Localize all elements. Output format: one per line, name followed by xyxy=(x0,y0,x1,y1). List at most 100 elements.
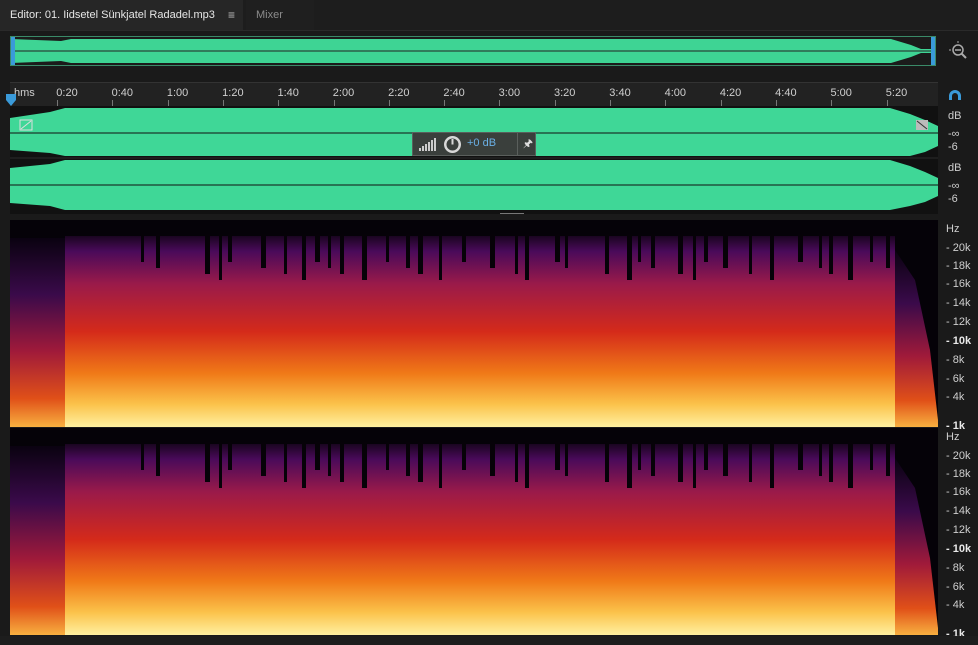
waveform-channels xyxy=(10,106,938,214)
spectrogram-band xyxy=(141,442,144,470)
hz-tick-label: - 20k xyxy=(946,450,971,462)
spectrogram-band xyxy=(362,442,367,488)
volume-value: +0 dB xyxy=(467,137,497,149)
spectral-display-channel-2[interactable] xyxy=(10,428,938,635)
tab-mixer-label: Mixer xyxy=(256,9,283,21)
spectrogram-band xyxy=(638,442,641,470)
panel-menu-icon[interactable]: ≡ xyxy=(228,0,235,30)
hz-tick-label: - 6k xyxy=(946,581,965,593)
spectrogram-band xyxy=(749,442,752,482)
spectrogram-band xyxy=(302,442,306,488)
pin-icon[interactable]: 🖈 xyxy=(517,133,538,155)
hz-tick-label: - 20k xyxy=(946,242,971,254)
ruler-tick-label: 3:00 xyxy=(498,87,521,99)
ruler-tick-label: 4:20 xyxy=(719,87,742,99)
db-minus6: -6 xyxy=(948,193,958,205)
volume-hud[interactable]: +0 dB 🖈 xyxy=(412,132,536,156)
spectrogram-band xyxy=(723,234,728,268)
ruler-tick-label: 3:40 xyxy=(609,87,631,99)
db-scale-channel-2: dB -∞ -6 xyxy=(940,158,978,210)
ruler-tick-label: 4:00 xyxy=(664,87,687,99)
spectrogram-band xyxy=(693,234,696,280)
spectrogram-1 xyxy=(10,220,938,427)
ruler-tick-label: 2:40 xyxy=(443,87,465,99)
spectrogram-band xyxy=(205,234,210,274)
spectrogram-band xyxy=(418,234,423,274)
ruler-tick-label: 2:20 xyxy=(388,87,410,99)
spectrogram-band xyxy=(462,442,466,470)
hz-tick-label: - 6k xyxy=(946,373,965,385)
spectrogram-band xyxy=(704,234,708,262)
spectrogram-band xyxy=(704,442,708,470)
spectrogram-band xyxy=(749,234,752,274)
spectrogram-band xyxy=(406,442,410,476)
ruler-tick-label: 3:20 xyxy=(553,87,576,99)
spectrogram-band xyxy=(627,234,632,280)
spectrogram-band xyxy=(678,442,683,482)
hz-tick-label: - 14k xyxy=(946,505,971,517)
spectral-display-channel-1[interactable] xyxy=(10,220,938,427)
spectrogram-band xyxy=(302,234,306,280)
spectrogram-band xyxy=(340,442,344,482)
db-neg-inf: -∞ xyxy=(948,128,960,140)
zoom-magnifier-icon[interactable] xyxy=(947,40,969,62)
hz-tick-label: - 16k xyxy=(946,486,971,498)
tab-mixer[interactable]: Mixer xyxy=(246,0,314,30)
waveform-display[interactable] xyxy=(10,106,938,214)
spectrogram-band xyxy=(525,234,529,280)
spectrogram-band xyxy=(261,234,266,268)
hz-tick-label: - 4k xyxy=(946,599,965,611)
db-minus6: -6 xyxy=(948,141,958,153)
hz-tick-label: - 18k xyxy=(946,260,971,272)
spectrogram-band xyxy=(770,442,774,488)
hz-scale-channel-1: Hz - 20k - 18k - 16k - 14k - 12k - 10k - 8k - 6k… xyxy=(940,220,978,432)
status-bar xyxy=(0,636,978,645)
spectrogram-band xyxy=(565,442,568,476)
playhead-marker[interactable] xyxy=(6,94,16,106)
ruler-tick-label: 0:20 xyxy=(56,87,78,99)
hz-tick-label: - 10k xyxy=(946,335,972,347)
spectrogram-band xyxy=(627,442,632,488)
spectrogram-band xyxy=(605,234,609,274)
spectrogram-band xyxy=(515,234,518,274)
spectrogram-band xyxy=(848,442,853,488)
ruler-tick-label: 1:40 xyxy=(277,87,299,99)
spectrogram-band xyxy=(228,234,232,262)
spectrogram-band xyxy=(156,234,160,268)
spectrogram-band xyxy=(886,234,890,268)
hz-tick-label: - 14k xyxy=(946,297,971,309)
hz-tick-label: - 12k xyxy=(946,524,971,536)
spectrogram-band xyxy=(418,442,423,482)
spectrogram-band xyxy=(565,234,568,268)
spectrogram-band xyxy=(439,442,442,488)
hz-tick-label: - 10k xyxy=(946,543,972,555)
hz-unit-label: Hz xyxy=(946,223,960,235)
spectrogram-band xyxy=(141,234,144,262)
spectrogram-band xyxy=(829,234,833,274)
spectrogram-band xyxy=(798,442,803,470)
overview-waveform[interactable] xyxy=(10,36,936,66)
spectrogram-band xyxy=(651,234,655,268)
spectrogram-band xyxy=(386,234,389,262)
spectrogram-band xyxy=(406,234,410,268)
spectrogram-band xyxy=(261,442,266,476)
spectrogram-band xyxy=(219,442,222,488)
spectrogram-band xyxy=(328,442,331,476)
db-scale-channel-1: dB -∞ -6 xyxy=(940,106,978,158)
spectrogram-band xyxy=(693,442,696,488)
spectrogram-2 xyxy=(10,428,938,635)
hz-tick-label: - 12k xyxy=(946,316,971,328)
spectrogram-band xyxy=(555,442,560,470)
spectrogram-band xyxy=(723,442,728,476)
spectrogram-band xyxy=(284,234,287,274)
spectrogram-band xyxy=(870,442,873,470)
snap-magnet-icon[interactable] xyxy=(946,86,964,104)
spectrogram-band xyxy=(848,234,853,280)
tab-editor[interactable]: Editor: 01. Iidsetel Sünkjatel Radadel.m… xyxy=(0,0,243,30)
db-neg-inf: -∞ xyxy=(948,180,960,192)
spectrogram-band xyxy=(340,234,344,274)
volume-knob[interactable] xyxy=(443,135,462,154)
hz-unit-label: Hz xyxy=(946,431,960,443)
panel-tab-bar: Editor: 01. Iidsetel Sünkjatel Radadel.m… xyxy=(0,0,978,31)
time-ruler[interactable]: hms 0:20 0:40 1:00 1:20 1:40 2:00 2:20 2:40 3:00… xyxy=(10,82,938,107)
